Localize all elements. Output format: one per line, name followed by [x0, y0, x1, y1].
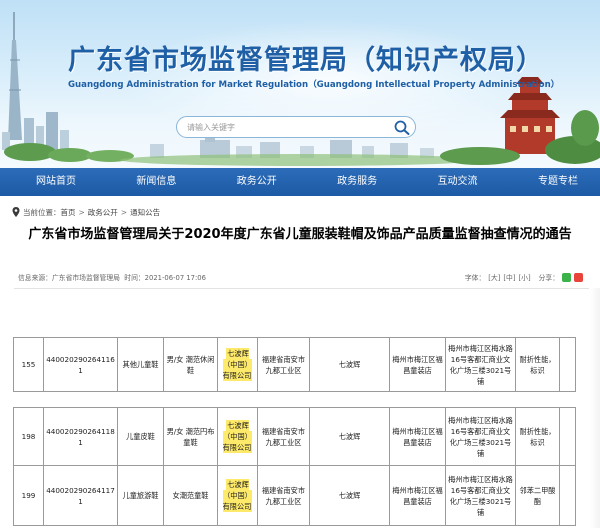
canton-tower-icon: [8, 12, 22, 140]
cell-manufacturer: 七波辉（中国）有限公司: [217, 337, 258, 392]
cell-mfr-address: 福建省南安市九都工业区: [257, 407, 310, 466]
article-source: 信息来源：广东省市场监督管理局: [18, 274, 120, 282]
cell-result: 邻苯二甲酸酯: [515, 465, 560, 526]
breadcrumb-home[interactable]: 首页: [61, 207, 76, 218]
site-subtitle-en: Guangdong Administration for Market Regu…: [68, 80, 560, 90]
table-row: 155 4400202902641161 其他儿童鞋 男/女 潮范休闲鞋 七波辉…: [13, 337, 576, 392]
breadcrumb-separator: >: [120, 207, 128, 217]
font-size-label: 字体：: [464, 274, 486, 282]
cell-mfr-address: 福建省南安市九都工业区: [257, 337, 310, 392]
cell-model: 男/女 潮范円布童鞋: [163, 407, 218, 466]
cell-code: 4400202902641161: [43, 337, 118, 392]
cell-empty: [559, 407, 576, 466]
manufacturer-highlight: 七波辉（中国）有限公司: [222, 348, 253, 381]
inspection-table-part2: 198 4400202902641181 儿童皮鞋 男/女 潮范円布童鞋 七波辉…: [13, 407, 576, 526]
font-size-large-button[interactable]: [大]: [488, 272, 500, 282]
wechat-icon[interactable]: [562, 272, 571, 282]
breadcrumb: 当前位置： 首页 > 政务公开 > 通知公告: [12, 205, 160, 219]
site-banner: 广东省市场监督管理局（知识产权局） Guangdong Administrati…: [0, 0, 600, 168]
cell-result: 耐折性能，标识: [515, 337, 560, 392]
article-title: 广东省市场监督管理局关于2020年度广东省儿童服装鞋帽及饰品产品质量监督抽查情况…: [28, 227, 572, 242]
cell-brand: 七波辉: [309, 465, 390, 526]
main-nav: 网站首页 新闻信息 政务公开 政务服务 互动交流 专题专栏: [0, 168, 600, 196]
font-size-small-button[interactable]: [小]: [519, 272, 531, 282]
page-edge-shadow: [590, 288, 600, 528]
inspection-table-part1: 155 4400202902641161 其他儿童鞋 男/女 潮范休闲鞋 七波辉…: [13, 337, 576, 392]
cell-empty: [559, 465, 576, 526]
cell-manufacturer: 七波辉（中国）有限公司: [217, 465, 258, 526]
share-label: 分享：: [538, 274, 559, 282]
site-title: 广东省市场监督管理局（知识产权局）: [68, 45, 544, 76]
cell-seller-address: 梅州市梅江区梅水路16号客都汇商业文化广场三楼3021号铺: [445, 337, 516, 392]
cell-model: 男/女 潮范休闲鞋: [163, 337, 218, 392]
cell-no: 198: [13, 407, 44, 466]
cell-model: 女潮范童鞋: [163, 465, 218, 526]
manufacturer-highlight: 七波辉（中国）有限公司: [222, 420, 253, 453]
cell-product: 儿童皮鞋: [117, 407, 164, 466]
breadcrumb-notices[interactable]: 通知公告: [130, 207, 160, 218]
cell-brand: 七波辉: [309, 407, 390, 466]
location-pin-icon: [12, 207, 20, 217]
cell-code: 4400202902641171: [43, 465, 118, 526]
nav-item-interaction[interactable]: 互动交流: [438, 168, 478, 196]
cell-seller: 梅州市梅江区福昌童装店: [389, 407, 446, 466]
nav-item-news[interactable]: 新闻信息: [136, 168, 176, 196]
nav-item-gov-affairs[interactable]: 政务公开: [237, 168, 277, 196]
font-size-medium-button[interactable]: [中]: [503, 272, 515, 282]
cell-brand: 七波辉: [309, 337, 390, 392]
cell-result: 耐折性能，标识: [515, 407, 560, 466]
cell-seller: 梅州市梅江区福昌童装店: [389, 465, 446, 526]
header-divider: [14, 288, 589, 289]
article-time: 时间：2021-06-07 17:06: [124, 274, 206, 282]
cell-empty: [559, 337, 576, 392]
cell-manufacturer: 七波辉（中国）有限公司: [217, 407, 258, 466]
table-row: 198 4400202902641181 儿童皮鞋 男/女 潮范円布童鞋 七波辉…: [13, 407, 576, 466]
cell-seller: 梅州市梅江区福昌童装店: [389, 337, 446, 392]
search-box: [176, 116, 416, 138]
nav-item-home[interactable]: 网站首页: [36, 168, 76, 196]
cell-no: 155: [13, 337, 44, 392]
cell-product: 儿童旅游鞋: [117, 465, 164, 526]
nav-item-gov-services[interactable]: 政务服务: [337, 168, 377, 196]
weibo-icon[interactable]: [574, 272, 583, 282]
article-tools: 字体： [大] [中] [小] 分享：: [462, 272, 583, 282]
cell-mfr-address: 福建省南安市九都工业区: [257, 465, 310, 526]
breadcrumb-gov-affairs[interactable]: 政务公开: [88, 207, 118, 218]
cell-seller-address: 梅州市梅江区梅水路16号客都汇商业文化广场三楼3021号铺: [445, 465, 516, 526]
cell-no: 199: [13, 465, 44, 526]
table-row: 199 4400202902641171 儿童旅游鞋 女潮范童鞋 七波辉（中国）…: [13, 465, 576, 526]
breadcrumb-separator: >: [78, 207, 85, 217]
manufacturer-highlight: 七波辉（中国）有限公司: [222, 479, 253, 512]
search-input[interactable]: [187, 120, 387, 135]
search-icon[interactable]: [393, 119, 411, 136]
article-source-time: 信息来源：广东省市场监督管理局 时间：2021-06-07 17:06: [18, 272, 206, 282]
nav-item-topics[interactable]: 专题专栏: [538, 168, 578, 196]
cell-seller-address: 梅州市梅江区梅水路16号客都汇商业文化广场三楼3021号铺: [445, 407, 516, 466]
cell-product: 其他儿童鞋: [117, 337, 164, 392]
cell-code: 4400202902641181: [43, 407, 118, 466]
article-meta: 信息来源：广东省市场监督管理局 时间：2021-06-07 17:06 字体： …: [18, 272, 583, 284]
breadcrumb-label: 当前位置：: [23, 207, 61, 217]
